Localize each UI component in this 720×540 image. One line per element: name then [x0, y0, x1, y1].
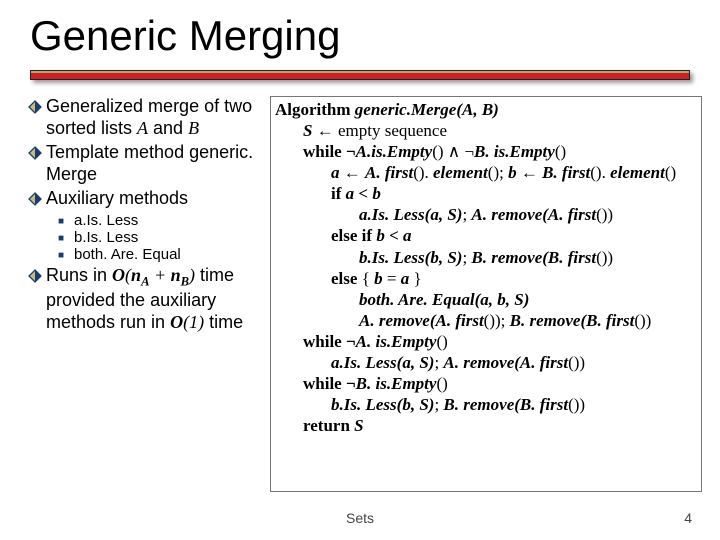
algorithm-box: Algorithm generic.Merge(A, B) S ← empty …: [270, 96, 702, 492]
left-column: Generalized merge of two sorted lists A …: [28, 96, 260, 492]
square-icon: ■: [58, 246, 74, 261]
slide: Generic Merging Generalized merge of two…: [0, 0, 720, 540]
subbullet-bisless: ■ b.Is. Less: [28, 229, 260, 246]
alg-line: while ¬B. is.Empty(): [275, 373, 697, 394]
footer-label: Sets: [0, 510, 720, 526]
bullet-template-method: Template method generic. Merge: [28, 142, 260, 186]
subbullet-bothequal: ■ both. Are. Equal: [28, 246, 260, 263]
square-icon: ■: [58, 229, 74, 244]
page-number: 4: [684, 510, 692, 526]
alg-line: a ← A. first(). element(); b ← B. first(…: [275, 162, 697, 183]
alg-line: Algorithm generic.Merge(A, B): [275, 99, 697, 120]
bullet-text: Auxiliary methods: [46, 188, 260, 210]
bullet-auxiliary-methods: Auxiliary methods: [28, 188, 260, 210]
alg-line: A. remove(A. first()); B. remove(B. firs…: [275, 310, 697, 331]
bullet-text: Template method generic. Merge: [46, 142, 260, 186]
alg-line: while ¬A.is.Empty() ∧ ¬B. is.Empty(): [275, 141, 697, 162]
subbullet-text: b.Is. Less: [74, 229, 260, 246]
bullet-text: Generalized merge of two sorted lists A …: [46, 96, 260, 140]
diamond-icon: [28, 142, 46, 163]
square-icon: ■: [58, 212, 74, 227]
alg-line: while ¬A. is.Empty(): [275, 331, 697, 352]
slide-body: Generalized merge of two sorted lists A …: [28, 96, 702, 492]
alg-line: else { b = a }: [275, 268, 697, 289]
alg-line: a.Is. Less(a, S); A. remove(A. first()): [275, 352, 697, 373]
alg-line: both. Are. Equal(a, b, S): [275, 289, 697, 310]
alg-line: else if b < a: [275, 225, 697, 246]
alg-line: S ← empty sequence: [275, 120, 697, 141]
diamond-icon: [28, 96, 46, 117]
bullet-text: Runs in O(nA + nB) time provided the aux…: [46, 265, 260, 334]
alg-line: b.Is. Less(b, S); B. remove(B. first()): [275, 394, 697, 415]
alg-line: return S: [275, 415, 697, 436]
slide-title: Generic Merging: [30, 12, 690, 86]
alg-line: b.Is. Less(b, S); B. remove(B. first()): [275, 247, 697, 268]
bullet-runtime: Runs in O(nA + nB) time provided the aux…: [28, 265, 260, 334]
subbullet-text: both. Are. Equal: [74, 246, 260, 263]
subbullet-text: a.Is. Less: [74, 212, 260, 229]
alg-line: if a < b: [275, 183, 697, 204]
subbullet-aisless: ■ a.Is. Less: [28, 212, 260, 229]
bullet-generalized-merge: Generalized merge of two sorted lists A …: [28, 96, 260, 140]
alg-line: a.Is. Less(a, S); A. remove(A. first()): [275, 204, 697, 225]
diamond-icon: [28, 188, 46, 209]
diamond-icon: [28, 265, 46, 286]
